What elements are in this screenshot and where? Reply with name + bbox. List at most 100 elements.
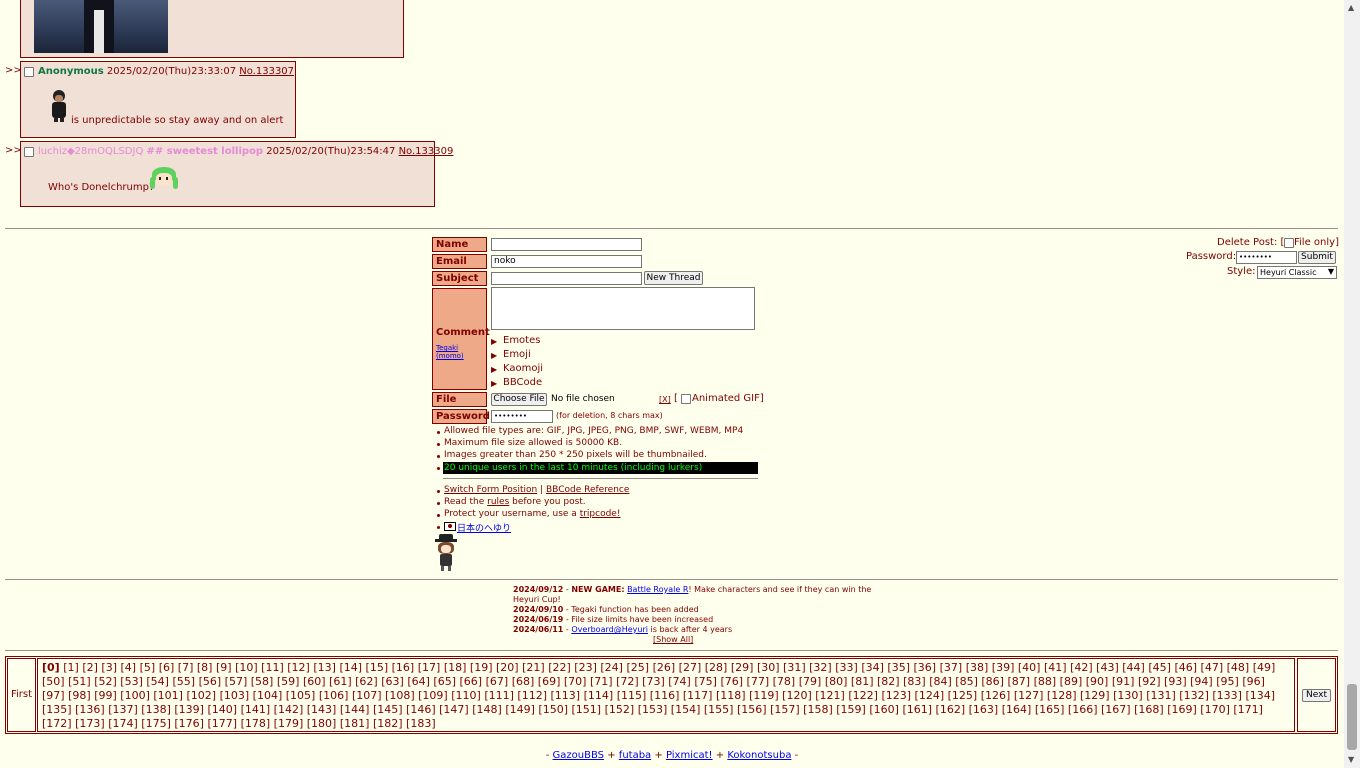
next-page-button[interactable]: Next — [1302, 689, 1331, 702]
page-link[interactable]: [148] — [472, 703, 502, 716]
post-number-link[interactable]: No.133307 — [239, 66, 294, 77]
page-link[interactable]: [129] — [1080, 689, 1110, 702]
page-link[interactable]: [141] — [241, 703, 271, 716]
page-link[interactable]: [159] — [836, 703, 866, 716]
page-link[interactable]: [73] — [642, 675, 665, 688]
page-link[interactable]: [92] — [1138, 675, 1161, 688]
kokonotsuba-link[interactable]: Kokonotsuba — [727, 750, 791, 761]
gazoubbs-link[interactable]: GazouBBS — [553, 750, 604, 761]
page-link[interactable]: [2] — [82, 661, 98, 674]
page-link[interactable]: [90] — [1086, 675, 1109, 688]
page-link[interactable]: [180] — [307, 717, 337, 730]
delete-password-input[interactable]: •••••••• — [1236, 251, 1297, 264]
page-link[interactable]: [33] — [835, 661, 858, 674]
page-link[interactable]: [6] — [159, 661, 175, 674]
page-link[interactable]: [14] — [339, 661, 362, 674]
switch-form-link[interactable]: Switch Form Position — [444, 485, 537, 495]
page-link[interactable]: [80] — [825, 675, 848, 688]
page-link[interactable]: [113] — [551, 689, 581, 702]
page-link[interactable]: [104] — [253, 689, 283, 702]
page-link[interactable]: [110] — [451, 689, 481, 702]
page-link[interactable]: [127] — [1014, 689, 1044, 702]
page-link[interactable]: [183] — [406, 717, 436, 730]
page-link[interactable]: [175] — [141, 717, 171, 730]
page-link[interactable]: [147] — [439, 703, 469, 716]
page-link[interactable]: [158] — [803, 703, 833, 716]
page-link[interactable]: [91] — [1112, 675, 1135, 688]
page-link[interactable]: [123] — [881, 689, 911, 702]
page-link[interactable]: [96] — [1242, 675, 1265, 688]
page-link[interactable]: [42] — [1070, 661, 1093, 674]
page-link[interactable]: [181] — [340, 717, 370, 730]
page-link[interactable]: [47] — [1201, 661, 1224, 674]
page-link[interactable]: [32] — [809, 661, 832, 674]
page-link[interactable]: [115] — [617, 689, 647, 702]
page-link[interactable]: [152] — [605, 703, 635, 716]
page-link[interactable]: [143] — [307, 703, 337, 716]
page-link[interactable]: [125] — [948, 689, 978, 702]
page-link[interactable]: [106] — [319, 689, 349, 702]
page-link[interactable]: [88] — [1034, 675, 1057, 688]
page-link[interactable]: [11] — [261, 661, 284, 674]
page-link[interactable]: [134] — [1245, 689, 1275, 702]
page-link[interactable]: [126] — [981, 689, 1011, 702]
page-link[interactable]: [82] — [877, 675, 900, 688]
page-link[interactable]: [137] — [108, 703, 138, 716]
choose-file-button[interactable]: Choose File — [491, 393, 547, 406]
pixmicat-link[interactable]: Pixmicat! — [666, 750, 713, 761]
page-link[interactable]: [119] — [749, 689, 779, 702]
page-link[interactable]: [68] — [512, 675, 535, 688]
page-link[interactable]: [10] — [235, 661, 258, 674]
page-link[interactable]: [170] — [1200, 703, 1230, 716]
page-link[interactable]: [167] — [1101, 703, 1131, 716]
page-link[interactable]: [66] — [460, 675, 483, 688]
scroll-up-arrow-icon[interactable]: ▲ — [1348, 3, 1354, 12]
page-link[interactable]: [151] — [572, 703, 602, 716]
page-link[interactable]: [85] — [955, 675, 978, 688]
page-link[interactable]: [168] — [1134, 703, 1164, 716]
page-link[interactable]: [144] — [340, 703, 370, 716]
page-link[interactable]: [38] — [966, 661, 989, 674]
page-link[interactable]: [50] — [42, 675, 65, 688]
page-link[interactable]: [4] — [121, 661, 137, 674]
page-link[interactable]: [9] — [216, 661, 232, 674]
page-link[interactable]: [145] — [373, 703, 403, 716]
page-link[interactable]: [8] — [197, 661, 213, 674]
page-link[interactable]: [174] — [108, 717, 138, 730]
page-link[interactable]: [30] — [757, 661, 780, 674]
page-link[interactable]: [153] — [638, 703, 668, 716]
page-link[interactable]: [133] — [1212, 689, 1242, 702]
page-link[interactable]: [156] — [737, 703, 767, 716]
page-link[interactable]: [111] — [484, 689, 514, 702]
file-only-checkbox[interactable] — [1284, 238, 1294, 248]
page-link[interactable]: [24] — [600, 661, 623, 674]
page-link[interactable]: [120] — [782, 689, 812, 702]
page-link[interactable]: [142] — [274, 703, 304, 716]
post-number-link[interactable]: No.133309 — [399, 146, 454, 157]
page-link[interactable]: [15] — [366, 661, 389, 674]
page-link[interactable]: [28] — [705, 661, 728, 674]
page-link[interactable]: [54] — [146, 675, 169, 688]
scroll-down-arrow-icon[interactable]: ▼ — [1348, 755, 1354, 764]
page-link[interactable]: [108] — [385, 689, 415, 702]
page-link[interactable]: [67] — [486, 675, 509, 688]
page-link[interactable]: [114] — [584, 689, 614, 702]
page-link[interactable]: [86] — [981, 675, 1004, 688]
page-link[interactable]: [40] — [1018, 661, 1041, 674]
page-link[interactable]: [93] — [1164, 675, 1187, 688]
japanese-heyuri-link[interactable]: 日本のへゆり — [457, 521, 511, 534]
page-link[interactable]: [77] — [747, 675, 770, 688]
page-link[interactable]: [37] — [940, 661, 963, 674]
delete-checkbox[interactable] — [24, 67, 34, 77]
page-link[interactable]: [171] — [1233, 703, 1263, 716]
page-link[interactable]: [87] — [1007, 675, 1030, 688]
kaomoji-toggle[interactable]: Kaomoji — [503, 363, 543, 374]
subject-input[interactable] — [491, 272, 642, 285]
page-link[interactable]: [74] — [668, 675, 691, 688]
page-link[interactable]: [83] — [903, 675, 926, 688]
page-link[interactable]: [39] — [992, 661, 1015, 674]
page-link[interactable]: [135] — [42, 703, 72, 716]
emotes-toggle[interactable]: Emotes — [503, 335, 540, 346]
page-link[interactable]: [49] — [1253, 661, 1276, 674]
page-link[interactable]: [12] — [287, 661, 310, 674]
